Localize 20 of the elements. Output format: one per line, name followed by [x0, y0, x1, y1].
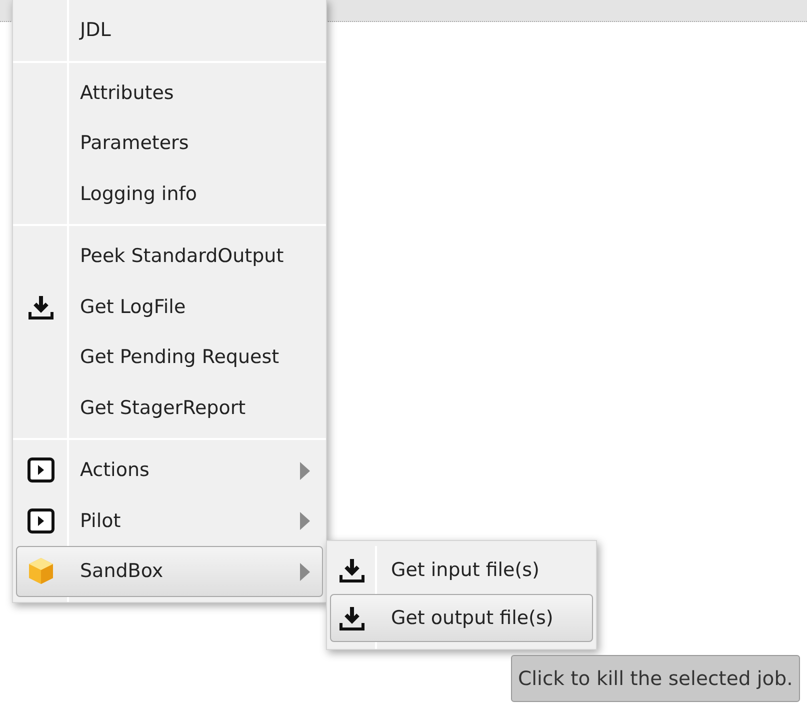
download-icon — [339, 605, 365, 631]
menu-item[interactable]: Actions — [16, 445, 323, 496]
menu-item[interactable]: JDL — [16, 5, 323, 56]
package-icon — [28, 557, 54, 586]
menu-item[interactable]: Logging info — [16, 168, 323, 219]
menu-item[interactable]: Get StagerReport — [16, 382, 323, 433]
menu-item[interactable]: Attributes — [16, 68, 323, 118]
menu-item[interactable]: Get Pending Request — [16, 332, 323, 382]
menu-item[interactable]: Pilot — [16, 496, 323, 546]
download-icon — [28, 294, 54, 320]
menu-item[interactable]: Get LogFile — [16, 282, 323, 332]
tooltip: Click to kill the selected job. — [511, 655, 800, 702]
menu-item[interactable]: Get input file(s) — [330, 546, 593, 594]
menu-item[interactable]: Peek StandardOutput — [16, 231, 323, 282]
play-icon — [27, 457, 55, 484]
play-icon — [27, 508, 55, 534]
download-icon — [339, 557, 365, 583]
menu-item[interactable]: Parameters — [16, 118, 323, 168]
menu-item[interactable]: SandBox — [16, 546, 323, 596]
menu-item[interactable]: Get output file(s) — [330, 594, 593, 642]
